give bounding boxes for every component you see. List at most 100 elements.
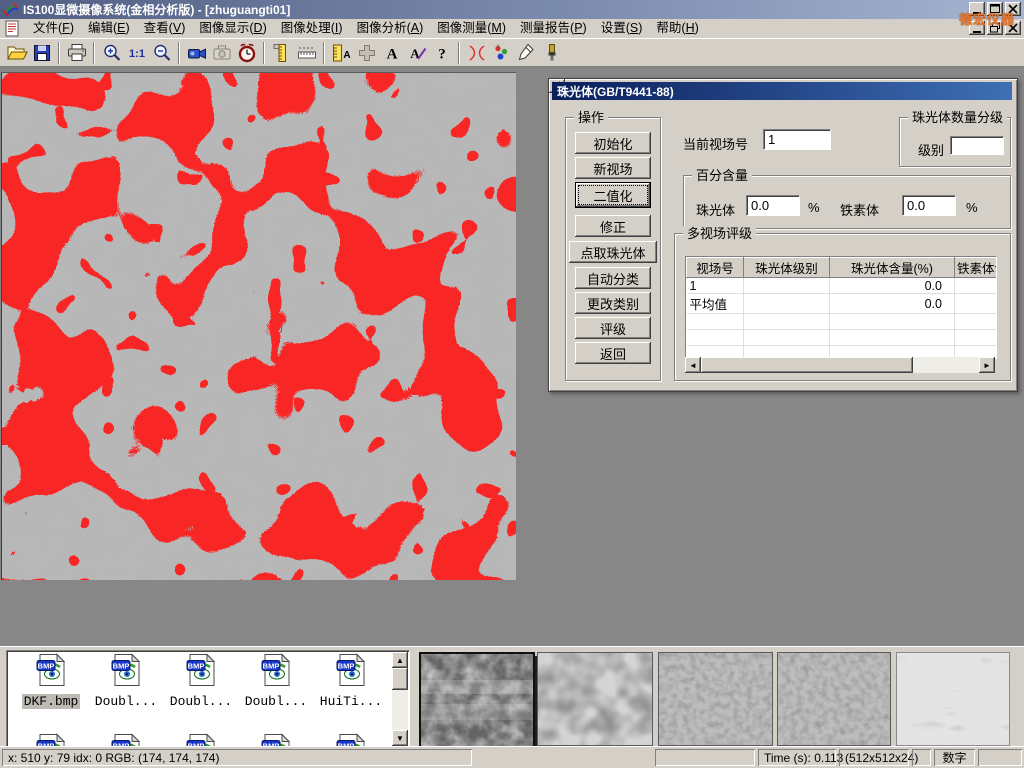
grade-input[interactable] [950,136,1004,155]
video-capture-button[interactable] [184,40,209,65]
menu-item-image-display[interactable]: 图像显示(D) [192,19,273,38]
grid-cross-button[interactable] [354,40,379,65]
change-class-button[interactable]: 更改类别 [575,292,651,314]
text-edit-button[interactable]: A [404,40,429,65]
zoom-in-button[interactable] [99,40,124,65]
child-restore-button[interactable] [987,21,1003,35]
dialog-title-bar[interactable]: 珠光体(GB/T9441-88) [552,82,1012,100]
maximize-button[interactable] [987,2,1003,16]
ruler-button[interactable] [294,40,319,65]
col-field-no[interactable]: 视场号 [687,258,744,278]
document-icon[interactable] [4,20,22,37]
file-name[interactable]: Doubl... [93,694,159,709]
file-name[interactable]: Doubl... [243,694,309,709]
current-field-input[interactable]: 1 [763,129,831,150]
micrograph-image[interactable] [1,72,516,580]
bmp-file-icon [36,653,66,687]
thumbnail-5[interactable] [896,652,1010,746]
col-pearlite-content[interactable]: 珠光体含量(%) [830,258,955,278]
pen-annotate-button[interactable] [514,40,539,65]
menu-item-view[interactable]: 查看(V) [137,19,193,38]
binarize-button[interactable]: 二值化 [575,182,651,208]
red-curve-x-icon [466,42,488,64]
multi-field-group-label: 多视场评级 [683,226,756,241]
minimize-button[interactable] [969,2,985,16]
ferrite-percent-input[interactable]: 0.0 [902,195,956,216]
scroll-down-button[interactable]: ▼ [392,730,408,746]
file-name[interactable]: HuiTi... [318,694,384,709]
col-ferrite-content[interactable]: 铁素体含量(%) [955,258,998,278]
child-minimize-button[interactable] [969,21,985,35]
window-title: IS100显微摄像系统(金相分析版) - [zhuguangti01] [23,1,290,18]
print-button[interactable] [64,40,89,65]
scroll-up-button[interactable]: ▲ [392,652,408,668]
file-item[interactable]: DKF.bmp [15,653,87,710]
svg-text:A: A [386,46,397,62]
close-button[interactable] [1005,2,1021,16]
zoom-1to1-button[interactable]: 1:1 [124,40,149,65]
table-row[interactable]: 1 0.0 [687,278,998,294]
menu-item-settings[interactable]: 设置(S) [594,19,650,38]
text-annotate-button[interactable]: A [379,40,404,65]
col-pearlite-grade[interactable]: 珠光体级别 [744,258,830,278]
new-field-button[interactable]: 新视场 [575,157,651,179]
letter-a-edit-icon: A [406,42,428,64]
return-button[interactable]: 返回 [575,342,651,364]
fill-brush-button[interactable] [539,40,564,65]
window-controls [969,2,1021,16]
toolbar-separator [323,42,325,64]
toolbar: 1:1 A A A ? [0,38,1024,67]
file-item[interactable]: HuiTi... [315,653,387,710]
color-classify-button[interactable] [489,40,514,65]
help-button[interactable]: ? [429,40,454,65]
menu-item-image-measure[interactable]: 图像测量(M) [430,19,513,38]
thumbnail-1[interactable] [419,652,535,748]
pearlite-percent-input[interactable]: 0.0 [746,195,800,216]
open-file-button[interactable] [4,40,29,65]
table-row[interactable] [687,330,998,346]
file-name[interactable]: DKF.bmp [22,694,81,709]
measure-text-button[interactable]: A [329,40,354,65]
menu-item-report[interactable]: 测量报告(P) [513,19,594,38]
file-item[interactable]: Doubl... [90,653,162,710]
toolbar-separator [58,42,60,64]
table-row[interactable] [687,314,998,330]
restore-icon [988,21,1002,35]
curve-delete-button[interactable] [464,40,489,65]
table-row[interactable]: 平均值 0.0 [687,294,998,314]
menu-item-image-analysis[interactable]: 图像分析(A) [350,19,431,38]
zoom-out-button[interactable] [149,40,174,65]
grading-group: 珠光体数量分级 级别 [899,117,1011,167]
video-camera-icon [186,42,208,64]
scroll-left-button[interactable]: ◄ [685,357,701,373]
rate-button[interactable]: 评级 [575,317,651,339]
minimize-icon [970,21,984,35]
thumbnail-3[interactable] [658,652,773,746]
menu-item-help[interactable]: 帮助(H) [649,19,705,38]
scroll-thumb[interactable] [701,357,913,373]
correct-button[interactable]: 修正 [575,215,651,237]
timer-button[interactable] [234,40,259,65]
init-button[interactable]: 初始化 [575,132,651,154]
menu-item-image-process[interactable]: 图像处理(I) [274,19,350,38]
camera-capture-button[interactable] [209,40,234,65]
save-button[interactable] [29,40,54,65]
title-bar[interactable]: IS100显微摄像系统(金相分析版) - [zhuguangti01] [0,0,1024,19]
auto-classify-button[interactable]: 自动分类 [575,267,651,289]
file-item[interactable]: Doubl... [165,653,237,710]
pick-pearlite-button[interactable]: 点取珠光体 [569,241,657,263]
menu-item-edit[interactable]: 编辑(E) [81,19,137,38]
file-list-scrollbar[interactable]: ▲ ▼ [392,652,408,746]
file-item[interactable]: Doubl... [240,653,312,710]
table-h-scrollbar[interactable]: ◄ ► [685,357,995,373]
scroll-right-button[interactable]: ► [979,357,995,373]
scroll-thumb[interactable] [392,668,408,690]
thumbnail-2[interactable] [537,652,653,746]
thumbnail-4[interactable] [777,652,891,746]
file-name[interactable]: Doubl... [168,694,234,709]
child-close-button[interactable] [1005,21,1021,35]
pearlite-label: 珠光体 [696,200,735,219]
menu-item-file[interactable]: 文件(F) [26,19,81,38]
close-icon [1006,2,1020,16]
caliper-button[interactable] [269,40,294,65]
